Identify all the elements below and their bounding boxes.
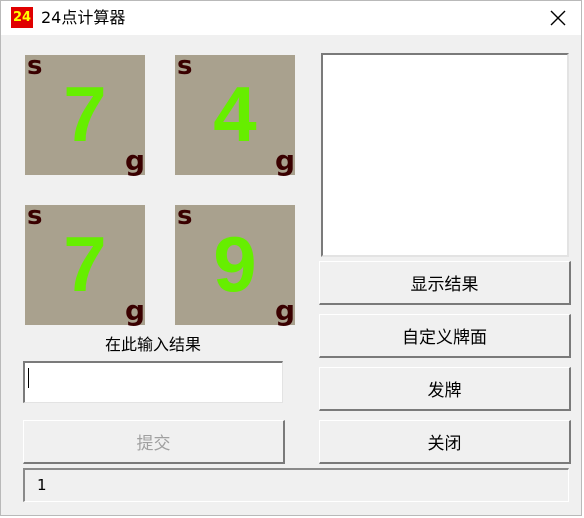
card-2: s 4 g (175, 51, 295, 177)
card-suit-bottom: g (274, 144, 295, 177)
card-3: s 7 g (25, 201, 145, 327)
card-suit-bottom: g (124, 294, 145, 327)
window-title: 24点计算器 (41, 8, 126, 27)
title-bar[interactable]: 24 24点计算器 (1, 1, 581, 35)
card-4: s 9 g (175, 201, 295, 327)
deal-button[interactable]: 发牌 (319, 367, 571, 411)
card-1: s 7 g (25, 51, 145, 177)
result-input[interactable] (23, 361, 283, 403)
card-suit-bottom: g (124, 144, 145, 177)
custom-cards-button[interactable]: 自定义牌面 (319, 314, 571, 358)
app-icon: 24 (11, 7, 33, 28)
status-text: 1 (37, 476, 47, 494)
show-result-button[interactable]: 显示结果 (319, 261, 571, 305)
close-button[interactable]: 关闭 (319, 420, 571, 464)
text-caret (28, 368, 29, 388)
status-bar: 1 (23, 468, 569, 502)
calculator-window: 24 24点计算器 s 7 g s 4 g s 7 g s 9 g 显示结果 自… (0, 0, 582, 516)
window-close-button[interactable] (535, 1, 581, 35)
input-label: 在此输入结果 (104, 335, 201, 354)
card-suit-bottom: g (274, 294, 295, 327)
submit-button[interactable]: 提交 (23, 420, 285, 464)
result-display[interactable] (321, 53, 569, 257)
close-icon (550, 10, 566, 26)
